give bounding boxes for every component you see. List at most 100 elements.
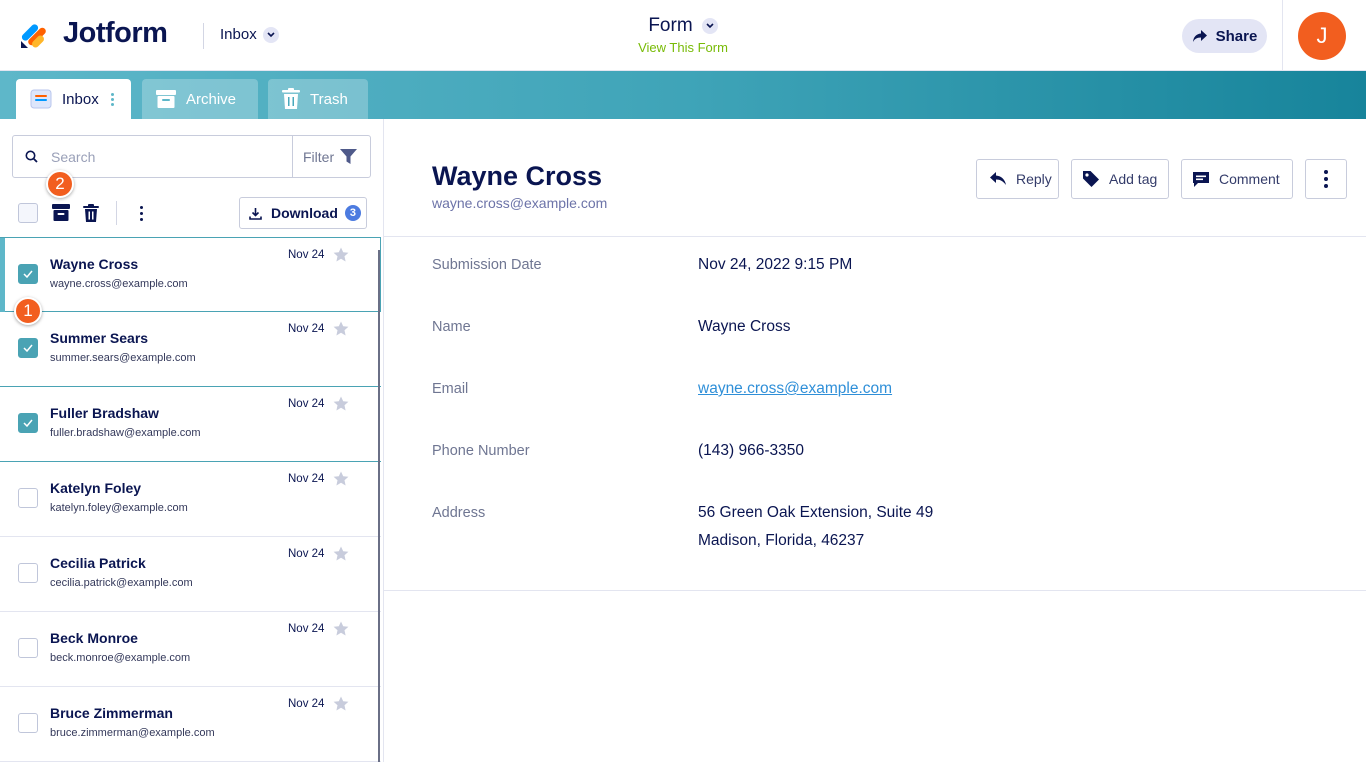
- form-title-text: Form: [648, 15, 693, 36]
- row-checkbox[interactable]: [18, 488, 38, 508]
- form-title[interactable]: Form: [600, 15, 766, 37]
- list-item[interactable]: Cecilia Patrick cecilia.patrick@example.…: [0, 537, 381, 612]
- jotform-logo[interactable]: Jotform: [18, 17, 168, 50]
- row-checkbox[interactable]: [18, 713, 38, 733]
- field-label: Email: [432, 381, 469, 397]
- select-all-checkbox[interactable]: [18, 203, 38, 223]
- list-toolbar: Download 3: [0, 196, 384, 232]
- download-button[interactable]: Download 3: [239, 197, 367, 229]
- field-label: Name: [432, 319, 471, 335]
- inbox-switcher[interactable]: Inbox: [220, 26, 279, 43]
- submitter-email: katelyn.foley@example.com: [50, 502, 188, 514]
- field-value: Nov 24, 2022 9:15 PM: [698, 256, 853, 273]
- submitter-email: cecilia.patrick@example.com: [50, 577, 193, 589]
- more-options-icon[interactable]: [140, 206, 143, 221]
- star-icon[interactable]: [333, 696, 349, 712]
- tab-archive[interactable]: Archive: [142, 79, 258, 119]
- filter-funnel-icon: [340, 149, 358, 164]
- field-value: Wayne Cross: [698, 318, 791, 335]
- submission-list-panel: Search Filter Download 3 2 Wayne Cross w…: [0, 119, 384, 762]
- email-link[interactable]: wayne.cross@example.com: [698, 375, 892, 403]
- comment-icon: [1193, 171, 1209, 187]
- submitter-email: fuller.bradshaw@example.com: [50, 427, 201, 439]
- download-count-badge: 3: [344, 205, 361, 221]
- comment-button[interactable]: Comment: [1181, 159, 1293, 199]
- list-item[interactable]: Fuller Bradshaw fuller.bradshaw@example.…: [0, 387, 381, 462]
- inbox-icon: [30, 89, 52, 109]
- step-marker-2: 2: [46, 170, 74, 198]
- submission-date: Nov 24: [288, 323, 325, 335]
- list-scrollbar[interactable]: [378, 250, 380, 762]
- detail-submitter-email: wayne.cross@example.com: [432, 195, 608, 211]
- submitter-name: Beck Monroe: [50, 630, 138, 646]
- list-item[interactable]: Bruce Zimmerman bruce.zimmerman@example.…: [0, 687, 381, 762]
- share-label: Share: [1215, 27, 1258, 45]
- reply-button[interactable]: Reply: [976, 159, 1059, 199]
- field-value: (143) 966-3350: [698, 442, 804, 459]
- submitter-name: Cecilia Patrick: [50, 555, 146, 571]
- filter-button[interactable]: Filter: [303, 148, 358, 165]
- detail-submitter-name: Wayne Cross: [432, 161, 603, 191]
- row-checkbox[interactable]: [18, 338, 38, 358]
- list-item[interactable]: Summer Sears summer.sears@example.com No…: [0, 312, 381, 387]
- field-value-line-2: Madison, Florida, 46237: [698, 532, 865, 549]
- tab-inbox[interactable]: Inbox: [16, 79, 131, 119]
- download-label: Download: [271, 205, 338, 221]
- comment-label: Comment: [1219, 171, 1280, 187]
- more-actions-button[interactable]: [1305, 159, 1347, 199]
- row-checkbox[interactable]: [18, 413, 38, 433]
- download-icon: [249, 207, 262, 220]
- submitter-email: bruce.zimmerman@example.com: [50, 727, 215, 739]
- submission-date: Nov 24: [288, 249, 325, 261]
- chevron-down-icon: [262, 26, 279, 43]
- star-icon[interactable]: [333, 546, 349, 562]
- detail-divider: [384, 590, 1366, 591]
- list-item[interactable]: Katelyn Foley katelyn.foley@example.com …: [0, 462, 381, 537]
- submission-list: Wayne Cross wayne.cross@example.com Nov …: [0, 237, 383, 762]
- search-input[interactable]: Search: [51, 149, 95, 165]
- list-item[interactable]: Beck Monroe beck.monroe@example.com Nov …: [0, 612, 381, 687]
- toolbar-divider: [116, 201, 117, 225]
- add-tag-button[interactable]: Add tag: [1071, 159, 1169, 199]
- submission-date: Nov 24: [288, 623, 325, 635]
- header-divider: [1282, 0, 1283, 71]
- app-header: Jotform Inbox Form View This Form Share …: [0, 0, 1366, 71]
- tab-trash-label: Trash: [310, 90, 348, 108]
- chevron-down-icon: [701, 18, 718, 34]
- reply-icon: [990, 172, 1006, 185]
- list-item[interactable]: Wayne Cross wayne.cross@example.com Nov …: [0, 237, 381, 312]
- star-icon[interactable]: [333, 396, 349, 412]
- detail-divider: [384, 236, 1366, 237]
- filter-label: Filter: [303, 148, 335, 165]
- share-button[interactable]: Share: [1182, 19, 1267, 53]
- submission-detail-panel: Wayne Cross wayne.cross@example.com Repl…: [384, 119, 1366, 762]
- header-divider: [203, 23, 204, 49]
- inbox-switch-label: Inbox: [220, 26, 257, 43]
- reply-label: Reply: [1016, 171, 1052, 187]
- row-checkbox[interactable]: [18, 563, 38, 583]
- search-divider: [292, 136, 293, 177]
- submission-date: Nov 24: [288, 548, 325, 560]
- more-vertical-icon[interactable]: [110, 92, 114, 106]
- trash-icon[interactable]: [83, 204, 99, 222]
- share-arrow-icon: [1192, 30, 1207, 42]
- more-vertical-icon: [1324, 170, 1328, 188]
- archive-icon[interactable]: [52, 204, 70, 221]
- view-form-link[interactable]: View This Form: [600, 40, 766, 55]
- submission-date: Nov 24: [288, 698, 325, 710]
- star-icon[interactable]: [333, 247, 349, 263]
- star-icon[interactable]: [333, 471, 349, 487]
- tab-inbox-label: Inbox: [62, 90, 99, 108]
- submission-date: Nov 24: [288, 398, 325, 410]
- submitter-name: Summer Sears: [50, 330, 149, 346]
- step-marker-1: 1: [14, 297, 42, 325]
- logo-text: Jotform: [63, 17, 168, 49]
- star-icon[interactable]: [333, 321, 349, 337]
- row-checkbox[interactable]: [18, 264, 38, 284]
- tab-trash[interactable]: Trash: [268, 79, 368, 119]
- star-icon[interactable]: [333, 621, 349, 637]
- submitter-name: Fuller Bradshaw: [50, 405, 159, 421]
- jotform-logo-icon: [21, 23, 46, 48]
- user-avatar[interactable]: J: [1298, 12, 1346, 60]
- row-checkbox[interactable]: [18, 638, 38, 658]
